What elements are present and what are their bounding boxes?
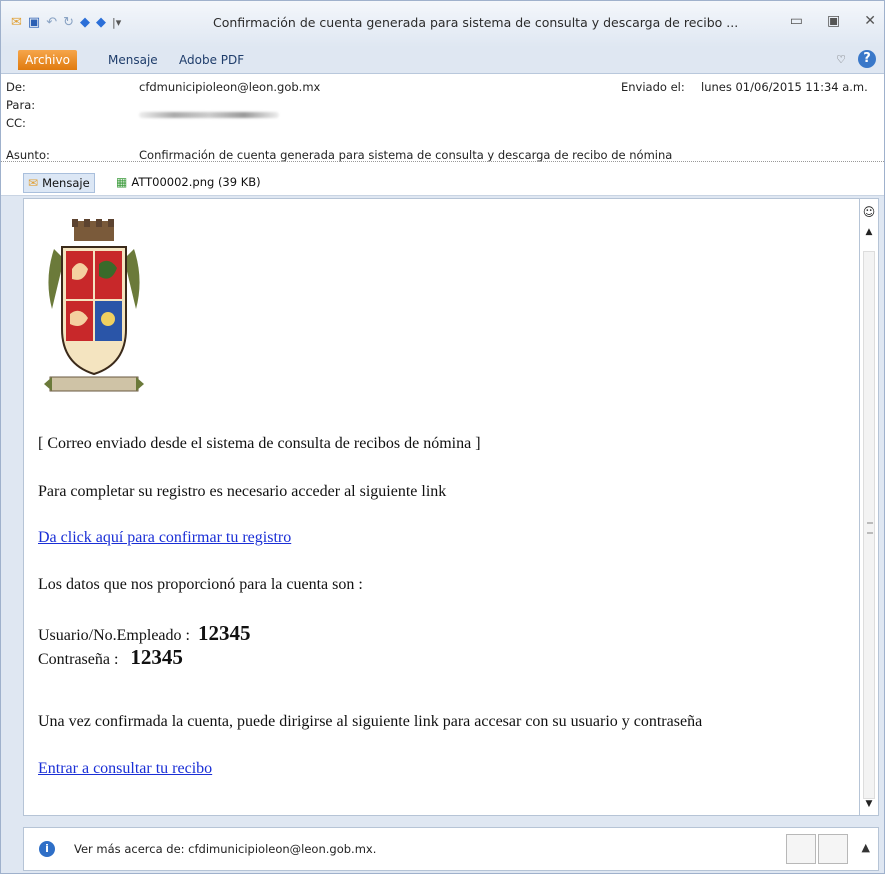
undo-icon[interactable]: ↶ — [46, 15, 57, 30]
people-pane: i Ver más acerca de: cfdimunicipioleon@l… — [23, 827, 879, 871]
collapse-ribbon-icon[interactable]: ♡ — [836, 53, 846, 66]
header-divider — [1, 161, 884, 162]
from-value[interactable]: cfdmunicipioleon@leon.gob.mx — [139, 80, 320, 94]
to-value-redacted — [139, 112, 279, 118]
after-confirm-line: Una vez confirmada la cuenta, puede diri… — [38, 713, 703, 730]
window-title: Confirmación de cuenta generada para sis… — [213, 15, 739, 30]
tab-mensaje[interactable]: Mensaje — [108, 50, 158, 70]
attachment-filename: ATT00002.png (39 KB) — [131, 175, 261, 189]
password-row: Contraseña : 12345 — [38, 645, 183, 670]
scrollbar-grip — [867, 522, 873, 534]
tab-archivo[interactable]: Archivo — [18, 50, 77, 70]
close-icon[interactable]: ✕ — [864, 13, 876, 29]
maximize-icon[interactable]: ▣ — [827, 13, 840, 29]
previous-item-icon[interactable]: ◆ — [80, 15, 90, 30]
subject-value: Confirmación de cuenta generada para sis… — [139, 148, 673, 162]
intro-line: [ Correo enviado desde el sistema de con… — [38, 435, 481, 452]
people-pane-text[interactable]: Ver más acerca de: cfdimunicipioleon@leo… — [74, 842, 376, 856]
ribbon-tabs: Archivo Mensaje Adobe PDF ♡ ? — [1, 47, 884, 74]
username-row: Usuario/No.Empleado : 12345 — [38, 621, 250, 646]
account-data-line: Los datos que nos proporcionó para la cu… — [38, 576, 363, 593]
contact-avatars — [786, 834, 848, 864]
png-attachment[interactable]: ▦ ATT00002.png (39 KB) — [116, 173, 261, 191]
message-header: De: cfdmunicipioleon@leon.gob.mx Enviado… — [1, 74, 884, 169]
message-tab-label: Mensaje — [42, 176, 90, 190]
help-icon[interactable]: ? — [858, 50, 876, 68]
password-value: 12345 — [130, 645, 183, 669]
leon-coat-of-arms-logo — [44, 219, 144, 392]
username-value: 12345 — [197, 621, 251, 645]
message-body: [ Correo enviado desde el sistema de con… — [23, 198, 861, 816]
info-icon: i — [39, 841, 55, 857]
save-icon[interactable]: ▣ — [28, 15, 40, 30]
title-bar: ✉ ▣ ↶ ↻ ◆ ◆ |▾ Confirmación de cuenta ge… — [1, 1, 884, 47]
from-label: De: — [6, 80, 26, 94]
envelope-icon: ✉ — [28, 176, 39, 190]
ribbon-right-controls: ♡ ? — [836, 50, 876, 68]
envelope-icon[interactable]: ✉ — [11, 15, 22, 30]
image-file-icon: ▦ — [116, 175, 128, 189]
username-label: Usuario/No.Empleado : — [38, 627, 190, 644]
sent-label: Enviado el: — [621, 80, 685, 94]
contact-avatar-icon[interactable] — [786, 834, 816, 864]
instruction-line: Para completar su registro es necesario … — [38, 483, 447, 500]
attachment-bar: ✉ Mensaje ▦ ATT00002.png (39 KB) — [1, 169, 884, 196]
contact-avatar-icon[interactable] — [818, 834, 848, 864]
expand-people-pane-icon[interactable]: ▲ — [862, 841, 870, 854]
window-controls: ▭ ▣ ✕ — [790, 13, 876, 29]
scroll-down-arrow-icon[interactable]: ▼ — [862, 797, 876, 811]
to-label: Para: — [6, 98, 36, 112]
password-label: Contraseña : — [38, 651, 119, 668]
confirm-registration-link[interactable]: Da click aquí para confirmar tu registro — [38, 529, 291, 547]
scroll-up-arrow-icon[interactable]: ▲ — [862, 225, 876, 239]
quick-access-toolbar: ✉ ▣ ↶ ↻ ◆ ◆ |▾ — [11, 15, 121, 30]
vertical-scrollbar[interactable]: ☺ ▲ ▼ — [859, 198, 879, 816]
message-attachment-tab[interactable]: ✉ Mensaje — [23, 173, 95, 193]
tab-adobe-pdf[interactable]: Adobe PDF — [179, 50, 244, 70]
next-item-icon[interactable]: ◆ — [96, 15, 106, 30]
zoom-icon[interactable]: ☺ — [862, 205, 876, 219]
customize-toolbar-icon[interactable]: |▾ — [112, 16, 121, 29]
cc-label: CC: — [6, 116, 26, 130]
subject-label: Asunto: — [6, 148, 50, 162]
minimize-icon[interactable]: ▭ — [790, 13, 803, 29]
outlook-message-window: ✉ ▣ ↶ ↻ ◆ ◆ |▾ Confirmación de cuenta ge… — [0, 0, 885, 874]
consult-receipt-link[interactable]: Entrar a consultar tu recibo — [38, 760, 212, 778]
scrollbar-thumb[interactable] — [863, 251, 875, 799]
redo-icon[interactable]: ↻ — [63, 15, 74, 30]
sent-value: lunes 01/06/2015 11:34 a.m. — [701, 80, 868, 94]
